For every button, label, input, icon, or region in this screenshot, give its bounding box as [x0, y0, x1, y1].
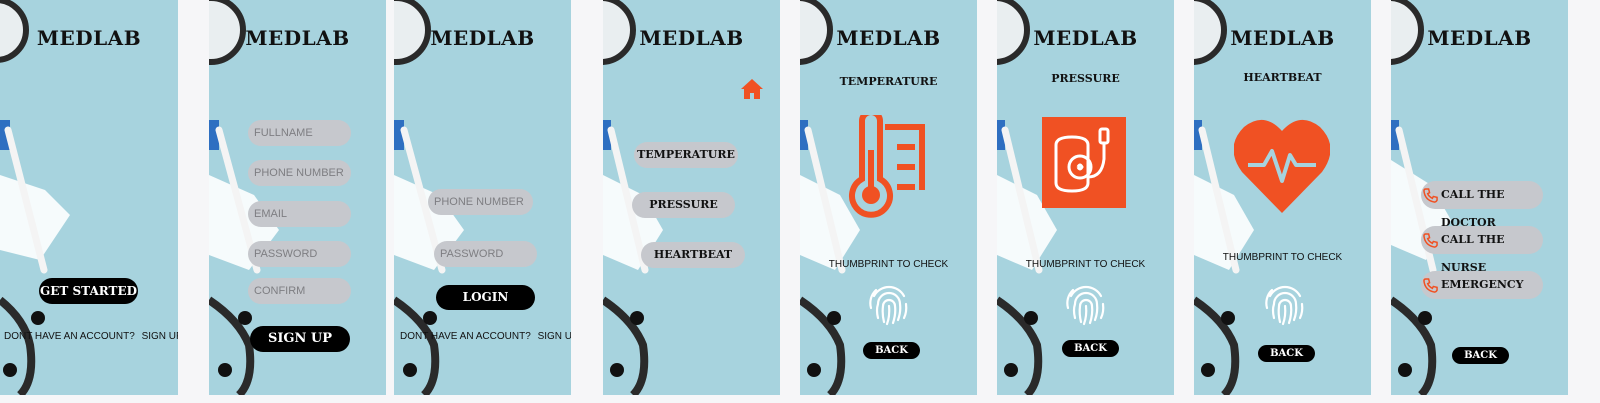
pressure-menu-item[interactable]: PRESSURE: [632, 192, 735, 218]
thermometer-icon: [849, 115, 925, 218]
emergency-label: EMERGENCY: [1441, 278, 1524, 291]
call-nurse-button[interactable]: CALL THE NURSE: [1421, 226, 1543, 274]
pressure-title: PRESSURE: [1051, 72, 1120, 85]
signup-screen: MEDLAB FULLNAME PHONE NUMBER EMAIL PASSW…: [209, 0, 386, 395]
temperature-title: TEMPERATURE: [839, 75, 938, 88]
app-title: MEDLAB: [1427, 26, 1532, 50]
pressure-screen: MEDLAB PRESSURE THUMBPRINT TO CHECK BACK: [997, 0, 1174, 395]
phone-icon: [1423, 188, 1438, 203]
call-doctor-button[interactable]: CALL THE DOCTOR: [1421, 181, 1543, 229]
temperature-menu-item[interactable]: TEMPERATURE: [634, 142, 738, 168]
temperature-screen: MEDLAB TEMPERATURE THUMBPRINT TO CHECK B…: [800, 0, 977, 395]
blood-pressure-icon: [1042, 117, 1126, 208]
welcome-screen: MEDLAB GET STARTED DONT HAVE AN ACCOUNT?…: [0, 0, 178, 395]
login-button[interactable]: LOGIN: [436, 285, 535, 310]
phone-number-input[interactable]: PHONE NUMBER: [248, 160, 351, 186]
thumbprint-instruction: THUMBPRINT TO CHECK: [1222, 252, 1343, 263]
app-title: MEDLAB: [430, 26, 535, 50]
fingerprint-icon[interactable]: [1065, 280, 1107, 326]
phone-icon: [1423, 278, 1438, 293]
phone-number-input[interactable]: PHONE NUMBER: [428, 189, 533, 215]
call-doctor-label: CALL THE DOCTOR: [1441, 188, 1505, 229]
heartbeat-screen: MEDLAB HEARTBEAT THUMBPRINT TO CHECK BAC…: [1194, 0, 1371, 395]
app-title: MEDLAB: [836, 26, 941, 50]
signup-button[interactable]: SIGN UP: [250, 326, 350, 352]
home-icon[interactable]: [740, 78, 764, 100]
signup-prompt: DONT HAVE AN ACCOUNT? SIGN UP: [400, 331, 571, 342]
confirm-password-input[interactable]: CONFIRM: [248, 278, 351, 304]
signup-prompt: DONT HAVE AN ACCOUNT? SIGN UP: [4, 331, 178, 342]
menu-screen: MEDLAB TEMPERATURE PRESSURE HEARTBEAT: [603, 0, 780, 395]
emergency-button[interactable]: EMERGENCY: [1421, 271, 1543, 299]
contacts-screen: MEDLAB CALL THE DOCTOR CALL THE NURSE EM…: [1391, 0, 1568, 395]
app-title: MEDLAB: [639, 26, 744, 50]
back-button[interactable]: BACK: [863, 342, 920, 359]
app-title: MEDLAB: [1230, 26, 1335, 50]
email-input[interactable]: EMAIL: [248, 201, 351, 227]
fingerprint-icon[interactable]: [868, 280, 910, 326]
back-button[interactable]: BACK: [1258, 345, 1315, 362]
phone-icon: [1423, 233, 1438, 248]
thumbprint-instruction: THUMBPRINT TO CHECK: [828, 259, 949, 270]
back-button[interactable]: BACK: [1452, 347, 1509, 364]
signup-link[interactable]: SIGN UP: [142, 331, 178, 342]
heart-pulse-icon: [1234, 120, 1330, 213]
fullname-input[interactable]: FULLNAME: [248, 120, 351, 146]
app-title: MEDLAB: [36, 26, 142, 50]
heartbeat-title: HEARTBEAT: [1243, 71, 1322, 84]
login-screen: MEDLAB PHONE NUMBER PASSWORD LOGIN DONT …: [394, 0, 571, 395]
back-button[interactable]: BACK: [1062, 340, 1119, 357]
fingerprint-icon[interactable]: [1264, 280, 1306, 326]
password-input[interactable]: PASSWORD: [434, 241, 537, 267]
account-prompt-text: DONT HAVE AN ACCOUNT?: [4, 331, 135, 342]
app-title: MEDLAB: [245, 26, 350, 50]
app-title: MEDLAB: [1033, 26, 1138, 50]
signup-link[interactable]: SIGN UP: [538, 331, 571, 342]
password-input[interactable]: PASSWORD: [248, 241, 351, 267]
account-prompt-text: DONT HAVE AN ACCOUNT?: [400, 331, 531, 342]
thumbprint-instruction: THUMBPRINT TO CHECK: [1025, 259, 1146, 270]
get-started-button[interactable]: GET STARTED: [39, 278, 138, 304]
heartbeat-menu-item[interactable]: HEARTBEAT: [641, 242, 745, 268]
